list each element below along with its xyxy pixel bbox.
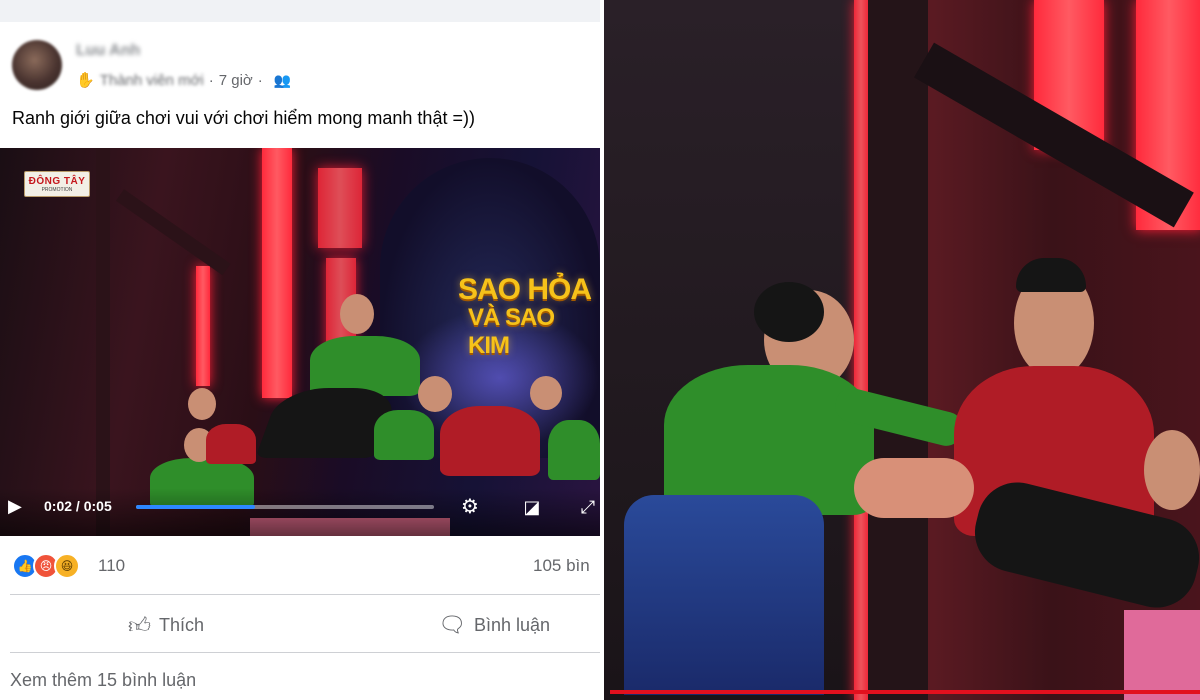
comment-button[interactable]: 🗨︎ Bình luận (438, 610, 550, 640)
divider (10, 652, 600, 653)
video-progress-fill (136, 505, 256, 509)
player-head (1144, 430, 1200, 510)
player-head (530, 376, 562, 410)
video-time: 0:02 / 0:05 (44, 498, 112, 514)
show-title-logo: SAO HỎA VÀ SAO KIM (458, 273, 592, 360)
player-red-shirt (440, 406, 540, 476)
player-pants (624, 495, 824, 695)
settings-gear-icon[interactable]: ⚙ (458, 496, 482, 518)
stage-light (854, 0, 868, 700)
stage-rail (115, 189, 231, 276)
player-green-shirt (664, 365, 874, 515)
player-hair (1016, 258, 1086, 292)
like-label: Thích (159, 614, 205, 635)
post-meta: ✋ Thành viên mới · 7 giờ · 👥 (76, 70, 291, 90)
author-name[interactable]: Luu Anh (76, 42, 140, 60)
reaction-icons[interactable]: 👍 😠 😆 (12, 553, 80, 579)
divider (10, 594, 600, 595)
feed-top-bar (0, 0, 600, 22)
haha-reaction-icon: 😆 (54, 553, 80, 579)
stage-light (262, 148, 292, 398)
comment-bubble-icon: 🗨︎ (438, 612, 466, 637)
player-head (418, 376, 452, 412)
facebook-post: Luu Anh ✋ Thành viên mới · 7 giờ · 👥 Ran… (0, 0, 600, 700)
comment-label: Bình luận (473, 614, 550, 635)
group-privacy-icon: 👥 (273, 71, 292, 88)
player-green-shirt (374, 410, 434, 460)
stage-floor (1124, 610, 1200, 700)
player-green-shirt (548, 420, 600, 480)
time-separator: / (75, 498, 80, 514)
stage-pillar (96, 148, 110, 536)
duration: 0:05 (83, 498, 112, 514)
avatar[interactable] (12, 40, 62, 90)
thumbs-up-icon: 👍︎ (128, 612, 151, 638)
zoomed-video-frame (602, 0, 1200, 700)
stage-pillar (868, 0, 928, 700)
new-member-icon: ✋ (76, 72, 95, 89)
player-hair (754, 282, 824, 342)
post-time[interactable]: 7 giờ (219, 72, 253, 89)
zoomed-progress-bar (610, 690, 1200, 694)
player-hands (854, 458, 974, 518)
channel-logo: ĐÔNG TÂY PROMOTION (24, 171, 90, 197)
picture-in-picture-icon[interactable]: ◪ (520, 496, 544, 518)
post-text: Ranh giới giữa chơi vui với chơi hiểm mo… (12, 108, 475, 128)
view-more-comments-link[interactable]: Xem thêm 15 bình luận (10, 670, 196, 691)
video-progress-bar[interactable] (136, 505, 434, 509)
member-badge[interactable]: Thành viên mới (100, 72, 204, 89)
player-red-shirt (206, 424, 256, 464)
separator-dot: · (257, 71, 263, 89)
fullscreen-icon[interactable]: ⤢ (576, 496, 600, 518)
player-green-shirt (310, 336, 420, 396)
current-time: 0:02 (44, 498, 73, 514)
player-head (188, 388, 216, 420)
video-player[interactable]: ĐÔNG TÂY PROMOTION SAO HỎA VÀ SAO KIM (0, 148, 600, 536)
stage-light (318, 168, 362, 248)
player-head (340, 294, 374, 334)
like-button[interactable]: 👍︎ Thích (128, 610, 204, 640)
play-icon[interactable]: ▶ (8, 496, 28, 516)
comment-count[interactable]: 105 bìn (533, 556, 590, 576)
stage-light (196, 266, 210, 386)
separator-dot: · (208, 71, 214, 89)
reaction-count[interactable]: 110 (98, 556, 125, 576)
